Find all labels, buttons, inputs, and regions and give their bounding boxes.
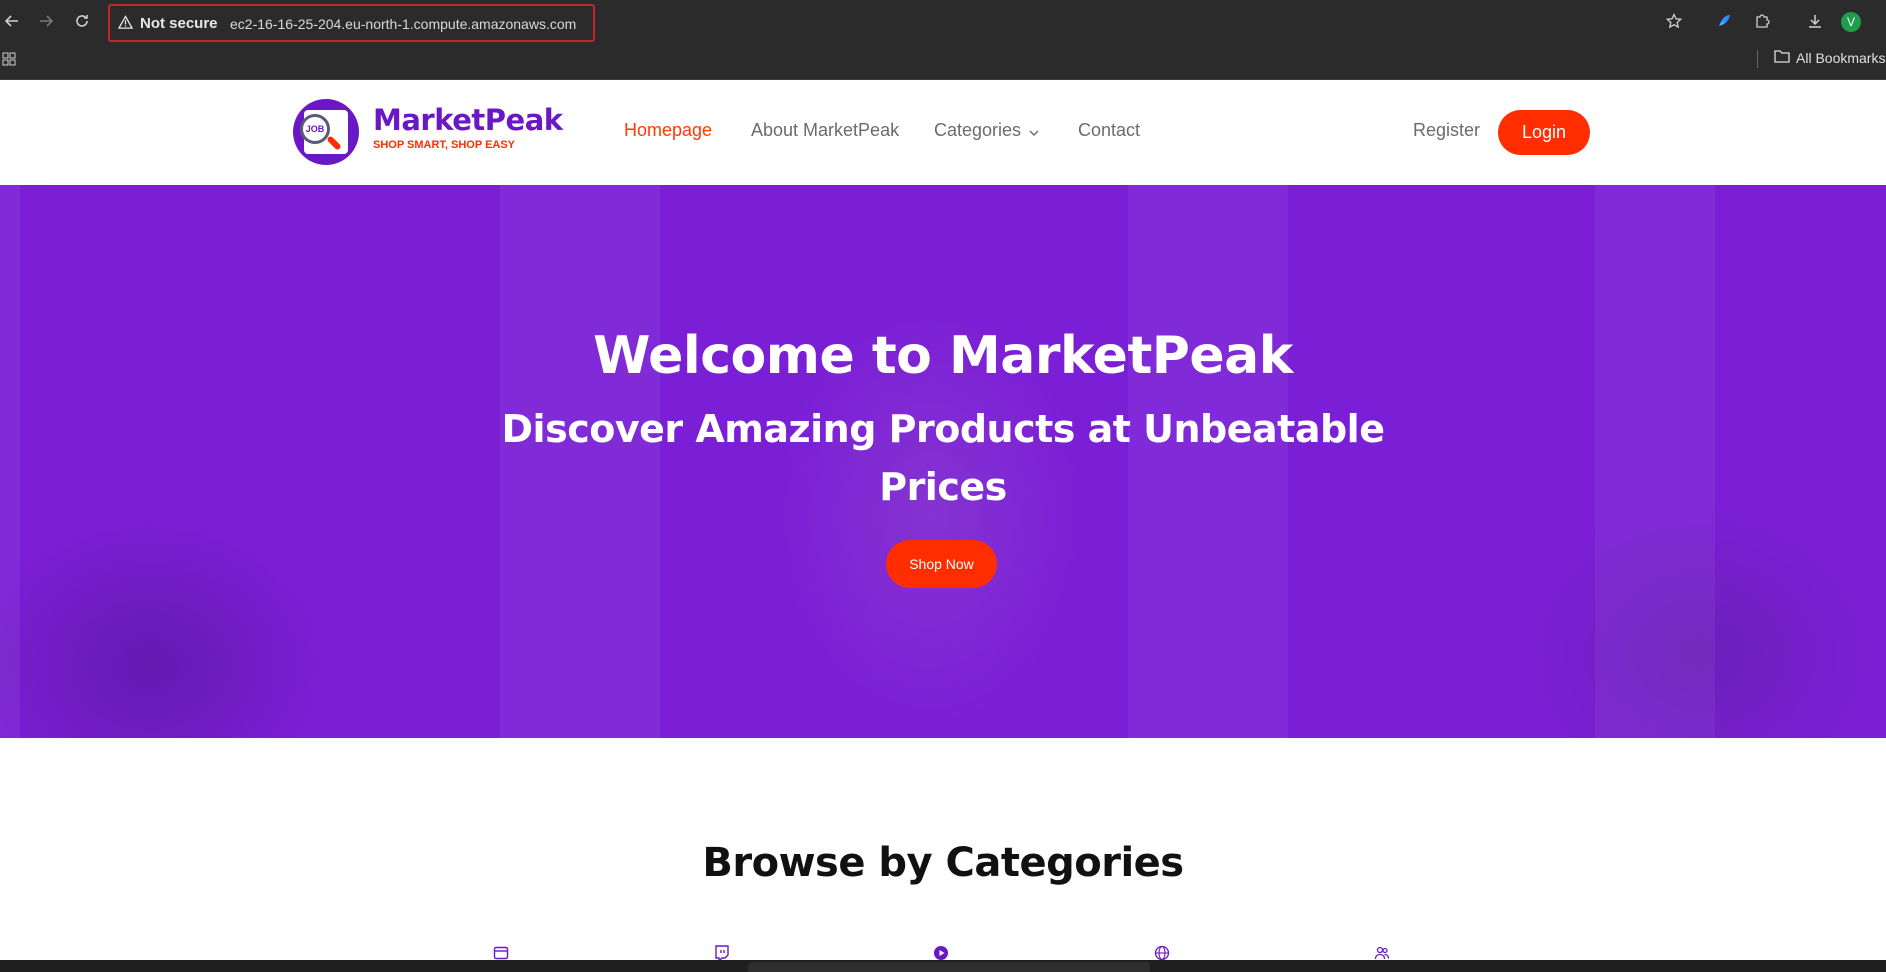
warning-icon bbox=[117, 15, 134, 34]
nav-homepage[interactable]: Homepage bbox=[624, 120, 712, 141]
apps-icon[interactable] bbox=[2, 51, 16, 70]
all-bookmarks-label: All Bookmarks bbox=[1796, 49, 1886, 66]
nav-about[interactable]: About MarketPeak bbox=[751, 120, 899, 141]
bookmarks-bar bbox=[0, 42, 1886, 80]
reload-icon[interactable] bbox=[70, 9, 94, 33]
back-icon[interactable] bbox=[0, 9, 24, 33]
taskbar-dock[interactable] bbox=[748, 962, 1150, 972]
all-bookmarks[interactable]: All Bookmarks bbox=[1774, 49, 1885, 66]
chevron-down-icon[interactable] bbox=[1028, 124, 1040, 143]
register-link[interactable]: Register bbox=[1413, 120, 1480, 141]
download-icon[interactable] bbox=[1803, 9, 1827, 33]
nav-contact[interactable]: Contact bbox=[1078, 120, 1140, 141]
bookmarks-divider bbox=[1757, 50, 1758, 68]
star-icon[interactable] bbox=[1662, 9, 1686, 33]
magnifier-icon: JOB bbox=[300, 114, 330, 144]
forward-icon[interactable] bbox=[34, 9, 58, 33]
shop-now-button[interactable]: Shop Now bbox=[886, 540, 997, 588]
brand-tagline: SHOP SMART, SHOP EASY bbox=[373, 139, 516, 151]
nav-categories[interactable]: Categories bbox=[934, 120, 1021, 141]
url-text[interactable]: ec2-16-16-25-204.eu-north-1.compute.amaz… bbox=[230, 16, 576, 32]
folder-icon bbox=[1774, 49, 1790, 66]
profile-avatar[interactable]: V bbox=[1841, 12, 1861, 32]
hero-bg-shape bbox=[0, 185, 20, 738]
login-button[interactable]: Login bbox=[1498, 110, 1590, 155]
security-label[interactable]: Not secure bbox=[140, 15, 218, 32]
brand-name[interactable]: MarketPeak bbox=[373, 103, 563, 137]
browser-toolbar: Not secure ec2-16-16-25-204.eu-north-1.c… bbox=[0, 0, 1886, 42]
hero-subtitle: Discover Amazing Products at Unbeatable … bbox=[501, 407, 1385, 509]
extension-icon[interactable] bbox=[1713, 9, 1737, 33]
hero-title: Welcome to MarketPeak bbox=[593, 326, 1293, 386]
hero-bg-shape bbox=[1595, 185, 1715, 738]
categories-title: Browse by Categories bbox=[702, 840, 1184, 886]
address-bar[interactable]: Not secure ec2-16-16-25-204.eu-north-1.c… bbox=[108, 4, 595, 42]
puzzle-icon[interactable] bbox=[1750, 9, 1774, 33]
logo-text: JOB bbox=[305, 124, 325, 134]
